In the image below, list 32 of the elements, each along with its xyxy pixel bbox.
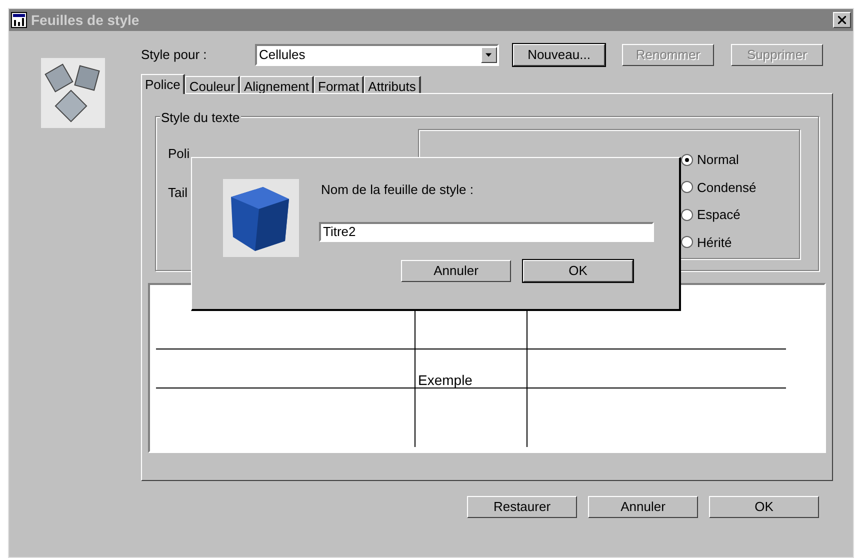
radio-button[interactable]: [681, 236, 693, 248]
preview-text: Exemple: [418, 371, 472, 390]
radio-button[interactable]: [681, 208, 693, 221]
dialog-label: Nom de la feuille de style :: [321, 181, 474, 199]
footer-button[interactable]: OK: [709, 496, 819, 518]
radio-label: Espacé: [697, 206, 740, 224]
cube-icon: [223, 179, 299, 257]
radio-label: Normal: [697, 151, 739, 169]
close-button[interactable]: [833, 12, 851, 28]
field-label: Tail: [168, 184, 188, 202]
radio-label: Condensé: [697, 178, 756, 196]
tab[interactable]: Format: [314, 76, 364, 93]
field-label: Poli: [168, 145, 190, 163]
window-title: Feuilles de style: [31, 10, 140, 30]
radio-button[interactable]: [681, 181, 693, 194]
tab[interactable]: Attributs: [364, 76, 421, 93]
app-icon: [11, 12, 27, 28]
tiles-icon: [41, 58, 105, 128]
dialog-button[interactable]: Annuler: [401, 260, 511, 282]
dialog-button[interactable]: OK: [523, 260, 633, 282]
style-for-label: Style pour :: [141, 46, 208, 64]
footer-button[interactable]: Annuler: [588, 496, 698, 518]
close-icon: [838, 16, 846, 24]
radio-button[interactable]: [681, 154, 693, 166]
footer-button[interactable]: Restaurer: [467, 496, 577, 518]
toolbar-button[interactable]: Nouveau...: [513, 44, 605, 66]
radio-label: Hérité: [697, 234, 732, 252]
tab[interactable]: Police: [141, 74, 186, 94]
tab[interactable]: Couleur: [185, 76, 240, 93]
style-dropdown[interactable]: Cellules: [255, 44, 499, 66]
name-input[interactable]: Titre2: [319, 222, 654, 242]
tab[interactable]: Alignement: [240, 76, 314, 93]
